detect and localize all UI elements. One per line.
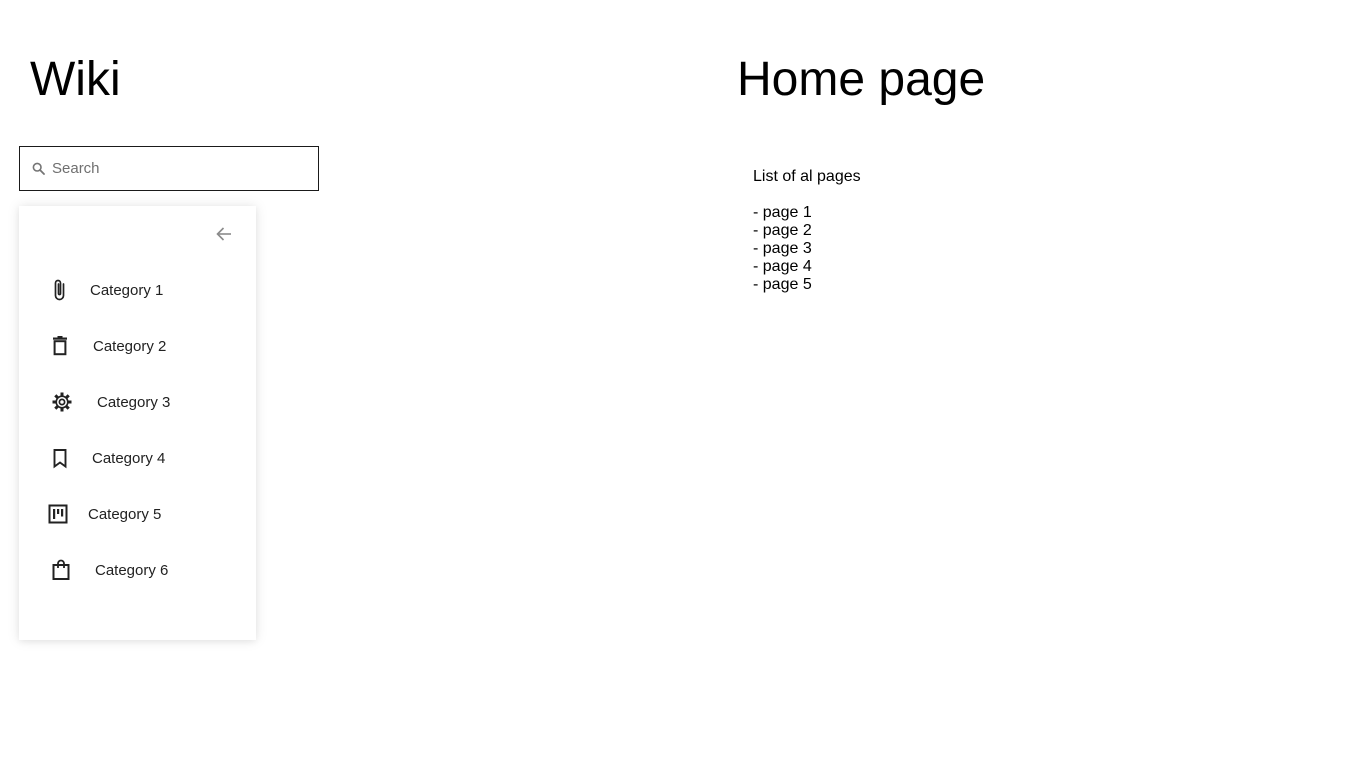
search-box[interactable] (19, 146, 319, 191)
sidebar-item-label: Category 1 (90, 281, 164, 299)
sidebar-item-label: Category 6 (95, 561, 169, 579)
sidebar-item-label: Category 5 (88, 505, 162, 523)
shopping-bag-icon (49, 558, 73, 582)
list-item: - page 5 (753, 276, 812, 293)
arrow-left-icon (216, 227, 232, 241)
sidebar-item-category-5[interactable]: Category 5 (19, 494, 256, 534)
sidebar-item-label: Category 4 (92, 449, 166, 467)
list-item: - page 2 (753, 222, 812, 239)
page-title: Home page (737, 53, 986, 106)
list-item: - page 1 (753, 204, 812, 221)
paperclip-icon (47, 278, 71, 302)
page-list: - page 1 - page 2 - page 3 - page 4 - pa… (753, 204, 861, 294)
wiki-page: Wiki Category 1 (0, 0, 1366, 768)
search-icon (31, 162, 45, 176)
sidebar-item-label: Category 2 (93, 337, 167, 355)
sidebar-item-category-6[interactable]: Category 6 (19, 550, 256, 590)
sidebar-item-category-4[interactable]: Category 4 (19, 438, 256, 478)
content-intro: List of al pages (753, 168, 861, 185)
trash-icon (48, 334, 72, 358)
back-button[interactable] (212, 223, 236, 245)
list-item: - page 4 (753, 258, 812, 275)
kanban-board-icon (46, 502, 70, 526)
category-sidebar: Category 1 Category 2 Category 3 Categor… (19, 206, 256, 640)
sidebar-item-category-1[interactable]: Category 1 (19, 270, 256, 310)
sidebar-item-label: Category 3 (97, 393, 171, 411)
sidebar-item-category-2[interactable]: Category 2 (19, 326, 256, 366)
sidebar-item-category-3[interactable]: Category 3 (19, 382, 256, 422)
site-title: Wiki (30, 53, 121, 106)
gear-icon (50, 390, 74, 414)
page-content: List of al pages - page 1 - page 2 - pag… (753, 168, 861, 294)
list-item: - page 3 (753, 240, 812, 257)
search-input[interactable] (52, 160, 292, 177)
bookmark-icon (48, 446, 72, 470)
